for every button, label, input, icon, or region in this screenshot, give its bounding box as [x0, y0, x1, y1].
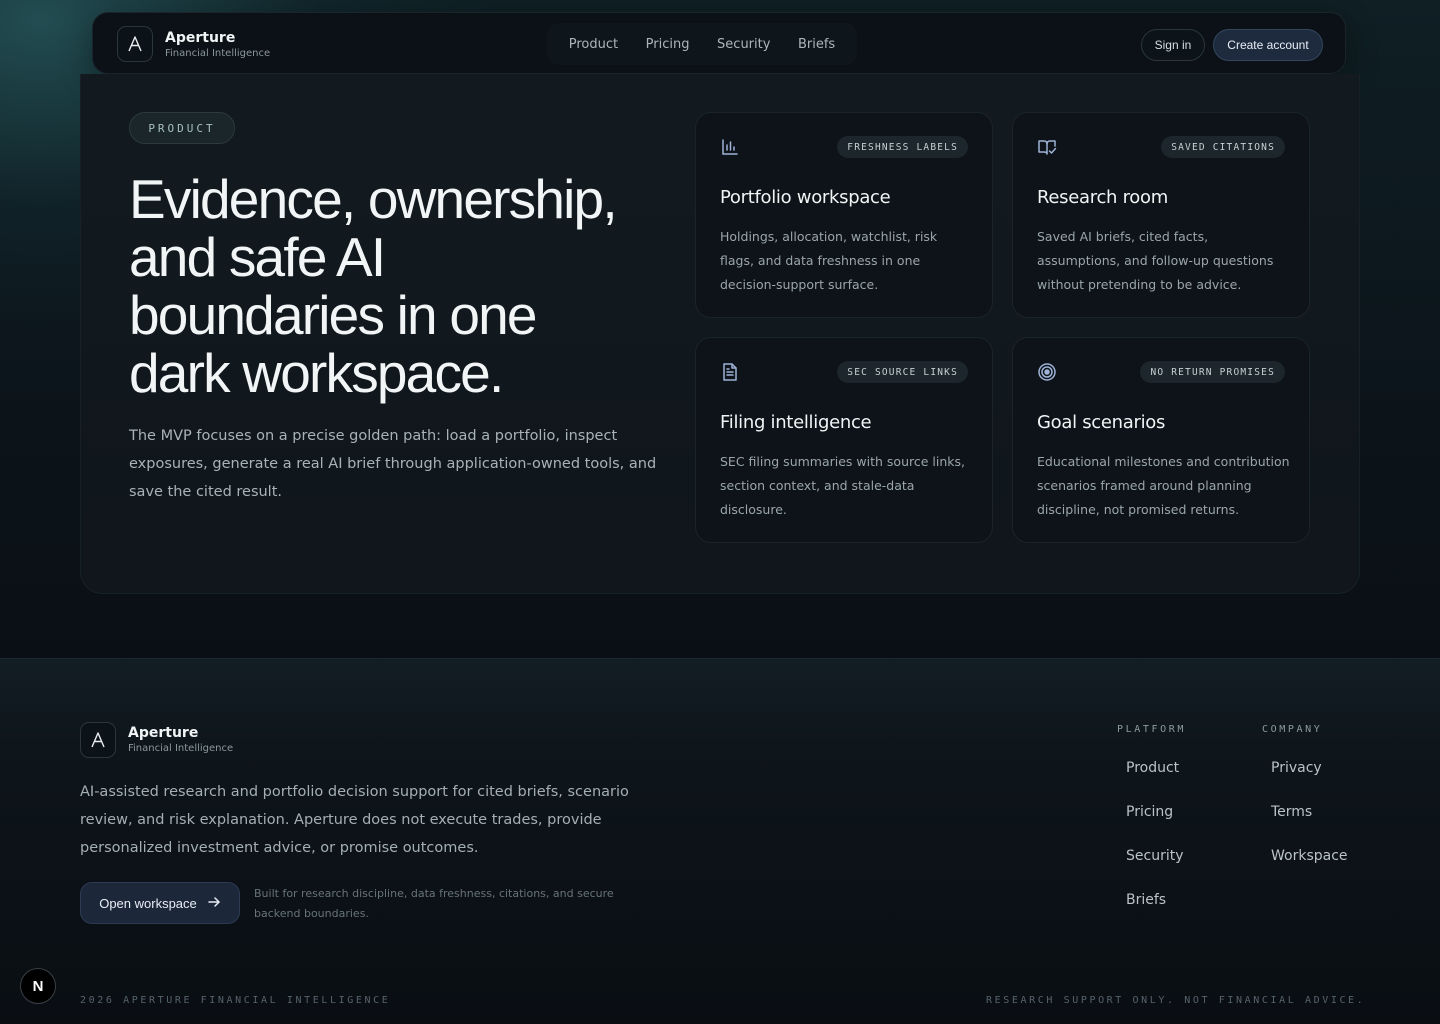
card-badge: SEC SOURCE LINKS	[837, 361, 968, 383]
hero-panel: PRODUCT Evidence, ownership, and safe AI…	[80, 74, 1360, 594]
section-eyebrow: PRODUCT	[129, 112, 235, 144]
footer-link-briefs[interactable]: Briefs	[1126, 892, 1166, 908]
open-workspace-label: Open workspace	[99, 895, 197, 911]
footer-disclaimer: RESEARCH SUPPORT ONLY. NOT FINANCIAL ADV…	[986, 995, 1366, 1006]
feature-card-research[interactable]: SAVED CITATIONS Research room Saved AI b…	[1012, 112, 1310, 318]
dev-indicator-badge[interactable]: N	[20, 968, 56, 1004]
feature-card-goals[interactable]: NO RETURN PROMISES Goal scenarios Educat…	[1012, 337, 1310, 543]
top-navbar: Aperture Financial Intelligence Product …	[92, 12, 1346, 74]
card-title: Portfolio workspace	[720, 187, 891, 208]
feature-card-filing[interactable]: SEC SOURCE LINKS Filing intelligence SEC…	[695, 337, 993, 543]
hero-title-line: boundaries in one	[129, 284, 538, 346]
create-account-button[interactable]: Create account	[1213, 29, 1323, 61]
footer-link-workspace[interactable]: Workspace	[1271, 848, 1348, 864]
footer-brand-name: Aperture	[128, 725, 199, 741]
footer-copyright: 2026 APERTURE FINANCIAL INTELLIGENCE	[80, 995, 391, 1006]
card-description: Saved AI briefs, cited facts, assumption…	[1037, 229, 1274, 292]
footer-link-product[interactable]: Product	[1126, 760, 1179, 776]
brand-name[interactable]: Aperture	[165, 30, 235, 46]
card-title: Research room	[1037, 187, 1168, 208]
footer-link-pricing[interactable]: Pricing	[1126, 804, 1173, 820]
hero-title-line: Evidence, ownership,	[129, 168, 618, 230]
hero-title: Evidence, ownership, and safe AI boundar…	[129, 170, 689, 402]
arrow-right-icon	[207, 895, 221, 912]
hero-title-line: and safe AI	[129, 226, 386, 288]
footer-brand-subtitle: Financial Intelligence	[128, 743, 234, 754]
hero-description: The MVP focuses on a precise golden path…	[129, 428, 657, 500]
primary-nav: Product Pricing Security Briefs	[547, 23, 857, 65]
footer-column-heading-platform: PLATFORM	[1117, 724, 1186, 735]
card-description: Educational milestones and contribution …	[1037, 454, 1290, 517]
aperture-logo-icon[interactable]	[117, 26, 153, 62]
card-description: Holdings, allocation, watchlist, risk fl…	[720, 229, 938, 292]
brand-subtitle: Financial Intelligence	[165, 48, 271, 59]
card-title: Goal scenarios	[1037, 412, 1166, 433]
sign-in-button[interactable]: Sign in	[1141, 29, 1205, 61]
target-icon	[1037, 362, 1057, 382]
nav-link-pricing[interactable]: Pricing	[646, 37, 690, 52]
bar-chart-icon	[720, 137, 740, 157]
footer-note: Built for research discipline, data fres…	[254, 887, 614, 920]
feature-card-portfolio[interactable]: FRESHNESS LABELS Portfolio workspace Hol…	[695, 112, 993, 318]
footer-link-privacy[interactable]: Privacy	[1271, 760, 1322, 776]
nav-link-security[interactable]: Security	[717, 37, 770, 52]
footer-column-heading-company: COMPANY	[1262, 724, 1323, 735]
card-title: Filing intelligence	[720, 412, 872, 433]
card-badge: NO RETURN PROMISES	[1140, 361, 1285, 383]
card-badge: FRESHNESS LABELS	[837, 136, 968, 158]
nav-link-product[interactable]: Product	[569, 37, 618, 52]
book-check-icon	[1037, 137, 1057, 157]
open-workspace-button[interactable]: Open workspace	[80, 882, 240, 924]
card-badge: SAVED CITATIONS	[1161, 136, 1285, 158]
footer-link-security[interactable]: Security	[1126, 848, 1184, 864]
hero-title-line: dark workspace.	[129, 342, 504, 404]
card-description: SEC filing summaries with source links, …	[720, 454, 965, 517]
footer-description: AI-assisted research and portfolio decis…	[80, 784, 629, 856]
footer-link-terms[interactable]: Terms	[1271, 804, 1312, 820]
document-icon	[720, 362, 740, 382]
aperture-logo-icon[interactable]	[80, 722, 116, 758]
nav-link-briefs[interactable]: Briefs	[798, 37, 835, 52]
